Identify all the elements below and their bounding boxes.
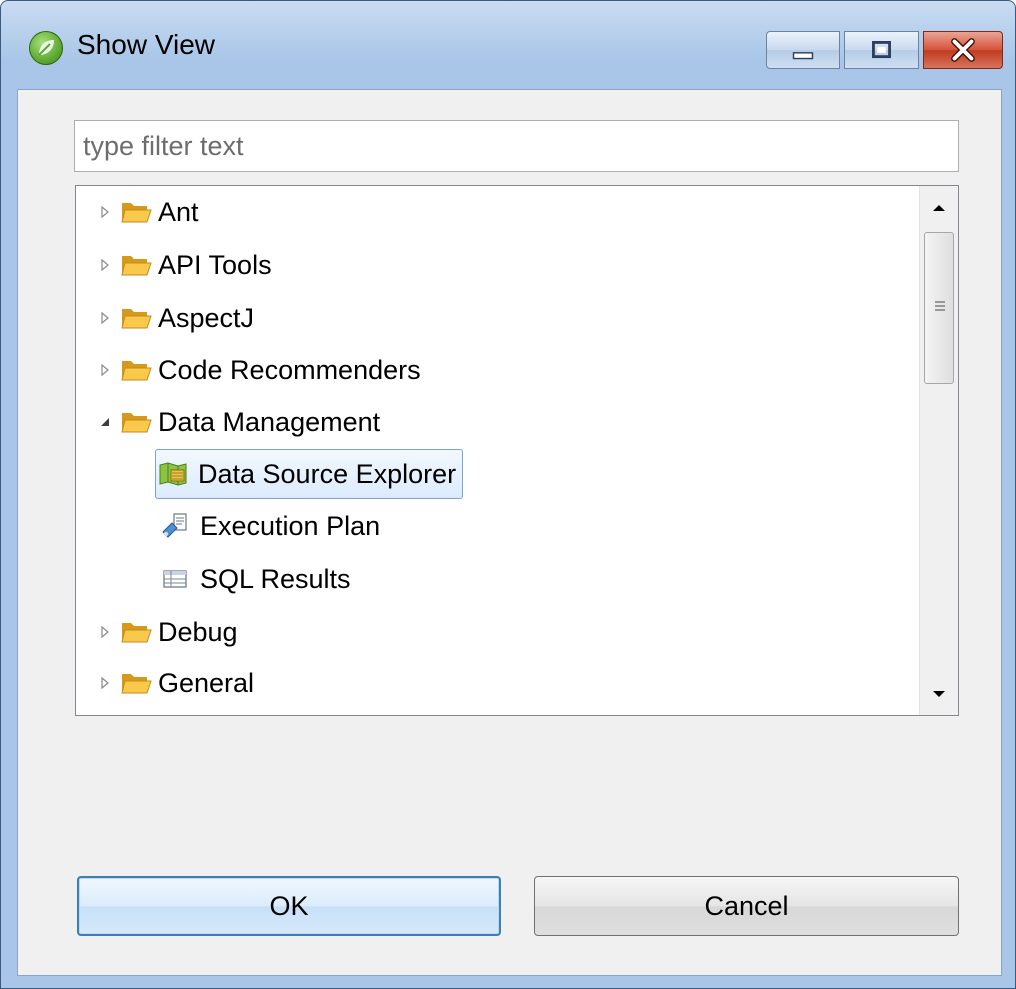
tree-item-api-tools[interactable]: API Tools	[94, 243, 272, 287]
folder-icon	[121, 256, 152, 276]
cancel-button[interactable]: Cancel	[534, 876, 959, 936]
vertical-scrollbar[interactable]	[919, 186, 958, 715]
tree-item-label: Execution Plan	[200, 510, 381, 541]
expand-arrow-icon[interactable]	[94, 307, 116, 329]
scroll-down-icon	[933, 691, 945, 697]
maximize-button[interactable]	[844, 31, 919, 69]
minimize-button[interactable]	[766, 31, 840, 69]
close-button[interactable]	[923, 31, 1003, 69]
expand-arrow-icon[interactable]	[94, 254, 116, 276]
tree-item-aspectj[interactable]: AspectJ	[94, 296, 254, 340]
scroll-up-button[interactable]	[920, 190, 958, 226]
expand-arrow-icon[interactable]	[94, 672, 116, 694]
folder-icon	[121, 309, 152, 329]
folder-icon	[121, 361, 152, 381]
tree-item-data-source-explorer[interactable]: Data Source Explorer	[155, 449, 464, 499]
folder-icon	[121, 674, 152, 694]
filter-input[interactable]	[74, 120, 959, 172]
scroll-up-icon	[933, 205, 945, 211]
tree-item-ant[interactable]: Ant	[94, 190, 199, 234]
tree-item-label: AspectJ	[158, 302, 255, 333]
expand-arrow-icon[interactable]	[94, 621, 116, 643]
close-icon	[951, 38, 975, 62]
tree-item-label: Data Source Explorer	[198, 458, 457, 489]
dialog-body: Ant API Tools	[17, 89, 1002, 976]
folder-icon	[121, 623, 152, 643]
tree-item-sql-results[interactable]: SQL Results	[158, 557, 351, 601]
execution-plan-icon	[158, 511, 192, 541]
window-title: Show View	[77, 29, 216, 60]
tree-item-label: Code Recommenders	[158, 354, 421, 385]
tree-item-label: General	[158, 667, 255, 698]
ok-button[interactable]: OK	[77, 876, 501, 936]
maximize-icon	[872, 41, 891, 59]
tree-item-label: Ant	[158, 196, 199, 227]
scroll-down-button[interactable]	[920, 676, 958, 712]
minimize-icon	[792, 52, 814, 60]
expand-arrow-icon[interactable]	[94, 359, 116, 381]
tree-item-data-management[interactable]: Data Management	[94, 400, 380, 444]
tree-item-debug[interactable]: Debug	[94, 610, 238, 654]
folder-open-icon	[121, 413, 152, 433]
grip-icon	[935, 301, 945, 311]
collapse-arrow-icon[interactable]	[94, 411, 116, 433]
title-bar[interactable]: Show View	[1, 1, 1015, 89]
folder-icon	[121, 203, 152, 223]
tree-item-label: SQL Results	[200, 563, 351, 594]
tree-item-general[interactable]: General	[94, 661, 254, 705]
show-view-dialog: Show View type filter text Ant API Tools…	[0, 0, 1016, 989]
tree-item-label: Data Management	[158, 406, 381, 437]
scroll-thumb[interactable]	[924, 232, 954, 384]
tree-item-execution-plan[interactable]: Execution Plan	[158, 504, 380, 548]
sql-results-icon	[158, 564, 192, 594]
tree-item-label: Debug	[158, 616, 238, 647]
tree-item-label: API Tools	[158, 249, 272, 280]
expand-arrow-icon[interactable]	[94, 201, 116, 223]
view-tree[interactable]: Ant API Tools AspectJ Code Recommenders …	[75, 185, 959, 716]
spring-leaf-icon	[29, 31, 63, 65]
data-source-explorer-icon	[156, 459, 190, 489]
tree-item-code-recommenders[interactable]: Code Recommenders	[94, 348, 421, 392]
